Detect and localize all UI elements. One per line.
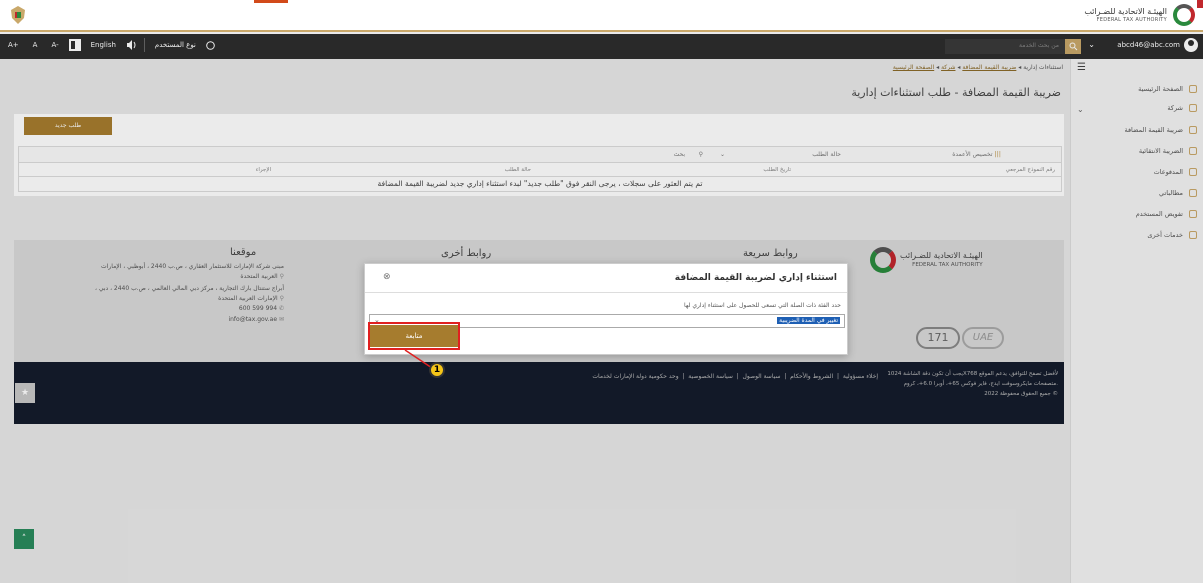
callout-badge: 1 (429, 362, 445, 378)
fta-logo-icon (1173, 4, 1195, 26)
top-header: الهيئـة الاتحادية للضـرائب FEDERAL TAX A… (0, 0, 1203, 32)
fta-logo[interactable]: الهيئـة الاتحادية للضـرائب FEDERAL TAX A… (1055, 3, 1195, 27)
modal-hint: حدد الفئة ذات الصلة التي تسعى للحصول على… (684, 302, 841, 309)
highlight-frame (368, 322, 460, 350)
fta-name-en: FEDERAL TAX AUTHORITY (1096, 16, 1167, 23)
fta-name-ar: الهيئـة الاتحادية للضـرائب (1084, 7, 1167, 17)
modal-title: استثناء إداري لضريبة القيمة المضافة (674, 273, 837, 283)
red-corner-decoration (1197, 0, 1203, 8)
uae-emblem-icon (11, 6, 25, 24)
red-decoration (254, 0, 288, 3)
selected-option: تغيير في المدة الضريبية (777, 317, 840, 324)
close-icon[interactable]: ⊗ (383, 272, 391, 282)
modal-divider (365, 292, 847, 293)
